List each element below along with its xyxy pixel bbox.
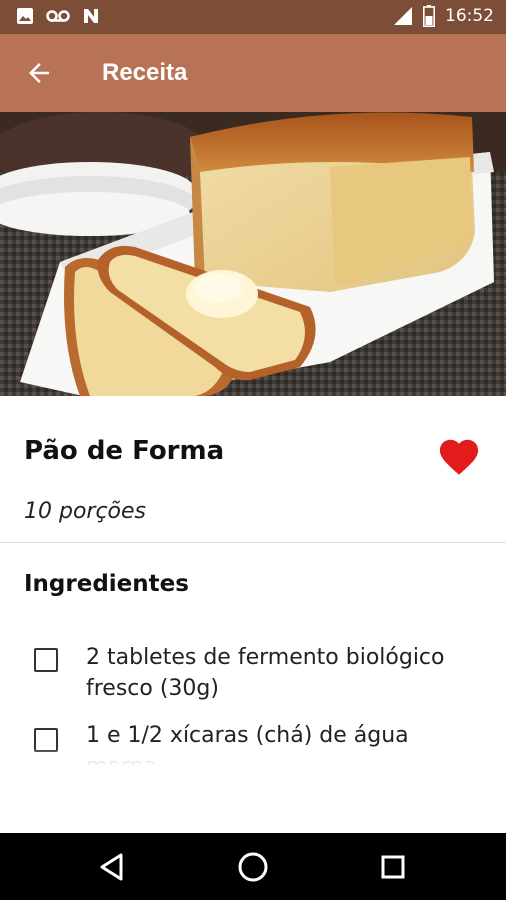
signal-icon <box>394 7 412 25</box>
status-time: 16:52 <box>445 6 494 26</box>
home-circle-icon[interactable] <box>233 847 273 887</box>
ingredients-list: 2 tabletes de fermento biológico fresco … <box>0 640 506 765</box>
recipe-name: Pão de Forma <box>24 436 225 466</box>
voicemail-icon <box>46 10 70 22</box>
servings-text: 10 porções <box>24 499 147 524</box>
divider <box>0 542 506 543</box>
app-bar: Receita <box>0 34 506 112</box>
ingredient-text: 2 tabletes de fermento biológico fresco … <box>86 642 486 704</box>
ingredient-line: fresco (30g) <box>86 676 219 701</box>
battery-icon <box>423 5 435 27</box>
recipe-photo <box>0 112 506 396</box>
recents-square-icon[interactable] <box>373 847 413 887</box>
no-signal-icon <box>84 9 98 23</box>
arrow-left-icon[interactable] <box>24 58 54 88</box>
status-notification-icons <box>16 7 100 25</box>
page-title: Receita <box>102 59 188 86</box>
list-fade <box>0 748 506 768</box>
image-icon <box>17 8 33 24</box>
ingredients-heading: Ingredientes <box>24 571 189 597</box>
back-triangle-icon[interactable] <box>93 847 133 887</box>
ingredient-line: 1 e 1/2 xícaras (chá) de água <box>86 723 409 748</box>
ingredient-line: 2 tabletes de fermento biológico <box>86 645 445 670</box>
ingredient-checkbox[interactable] <box>34 648 58 672</box>
heart-icon[interactable] <box>436 434 482 476</box>
system-nav-bar <box>0 833 506 900</box>
status-bar: 16:52 <box>0 0 506 34</box>
